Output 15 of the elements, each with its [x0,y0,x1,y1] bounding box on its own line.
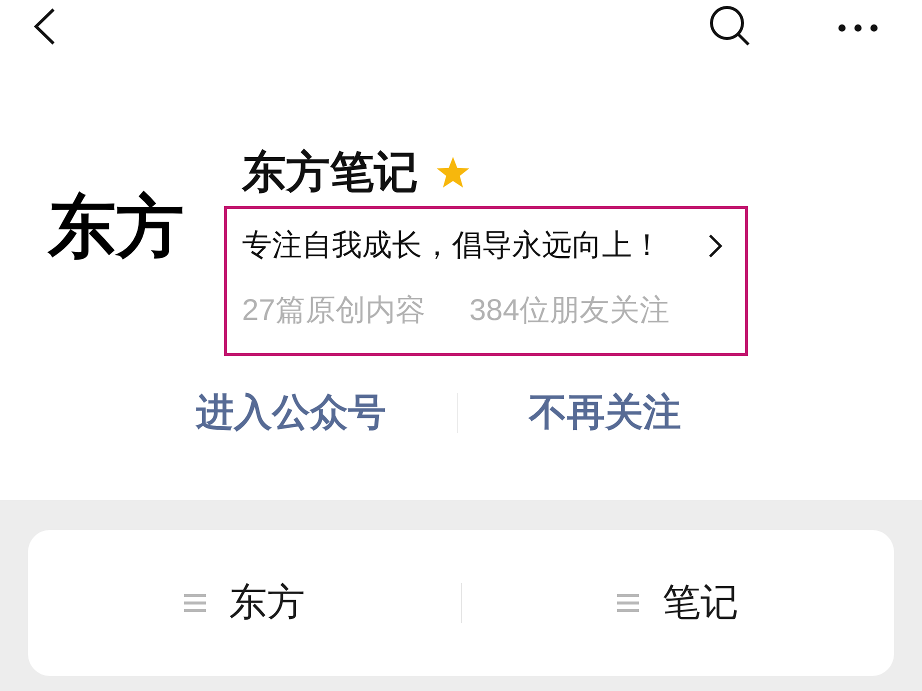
description-link[interactable]: 专注自我成长，倡导永远向上！ [242,226,730,266]
stat-text: 27篇原创内容 [242,293,426,329]
action-button[interactable]: 不再关注 [529,393,681,433]
menu-icon [617,594,640,612]
menu-icon [184,594,206,612]
account-logo: 东方 [48,189,184,265]
search-icon[interactable] [709,6,750,46]
chevron-right-icon [708,234,723,258]
account-name: 东方笔记 [242,147,418,199]
back-icon[interactable] [34,8,55,44]
menu-item[interactable]: 笔记 [617,581,738,625]
more-icon[interactable] [838,24,878,32]
stat-text: 384位朋友关注 [469,293,670,329]
menu-item[interactable]: 东方 [184,581,305,625]
action-button[interactable]: 进入公众号 [196,393,386,433]
